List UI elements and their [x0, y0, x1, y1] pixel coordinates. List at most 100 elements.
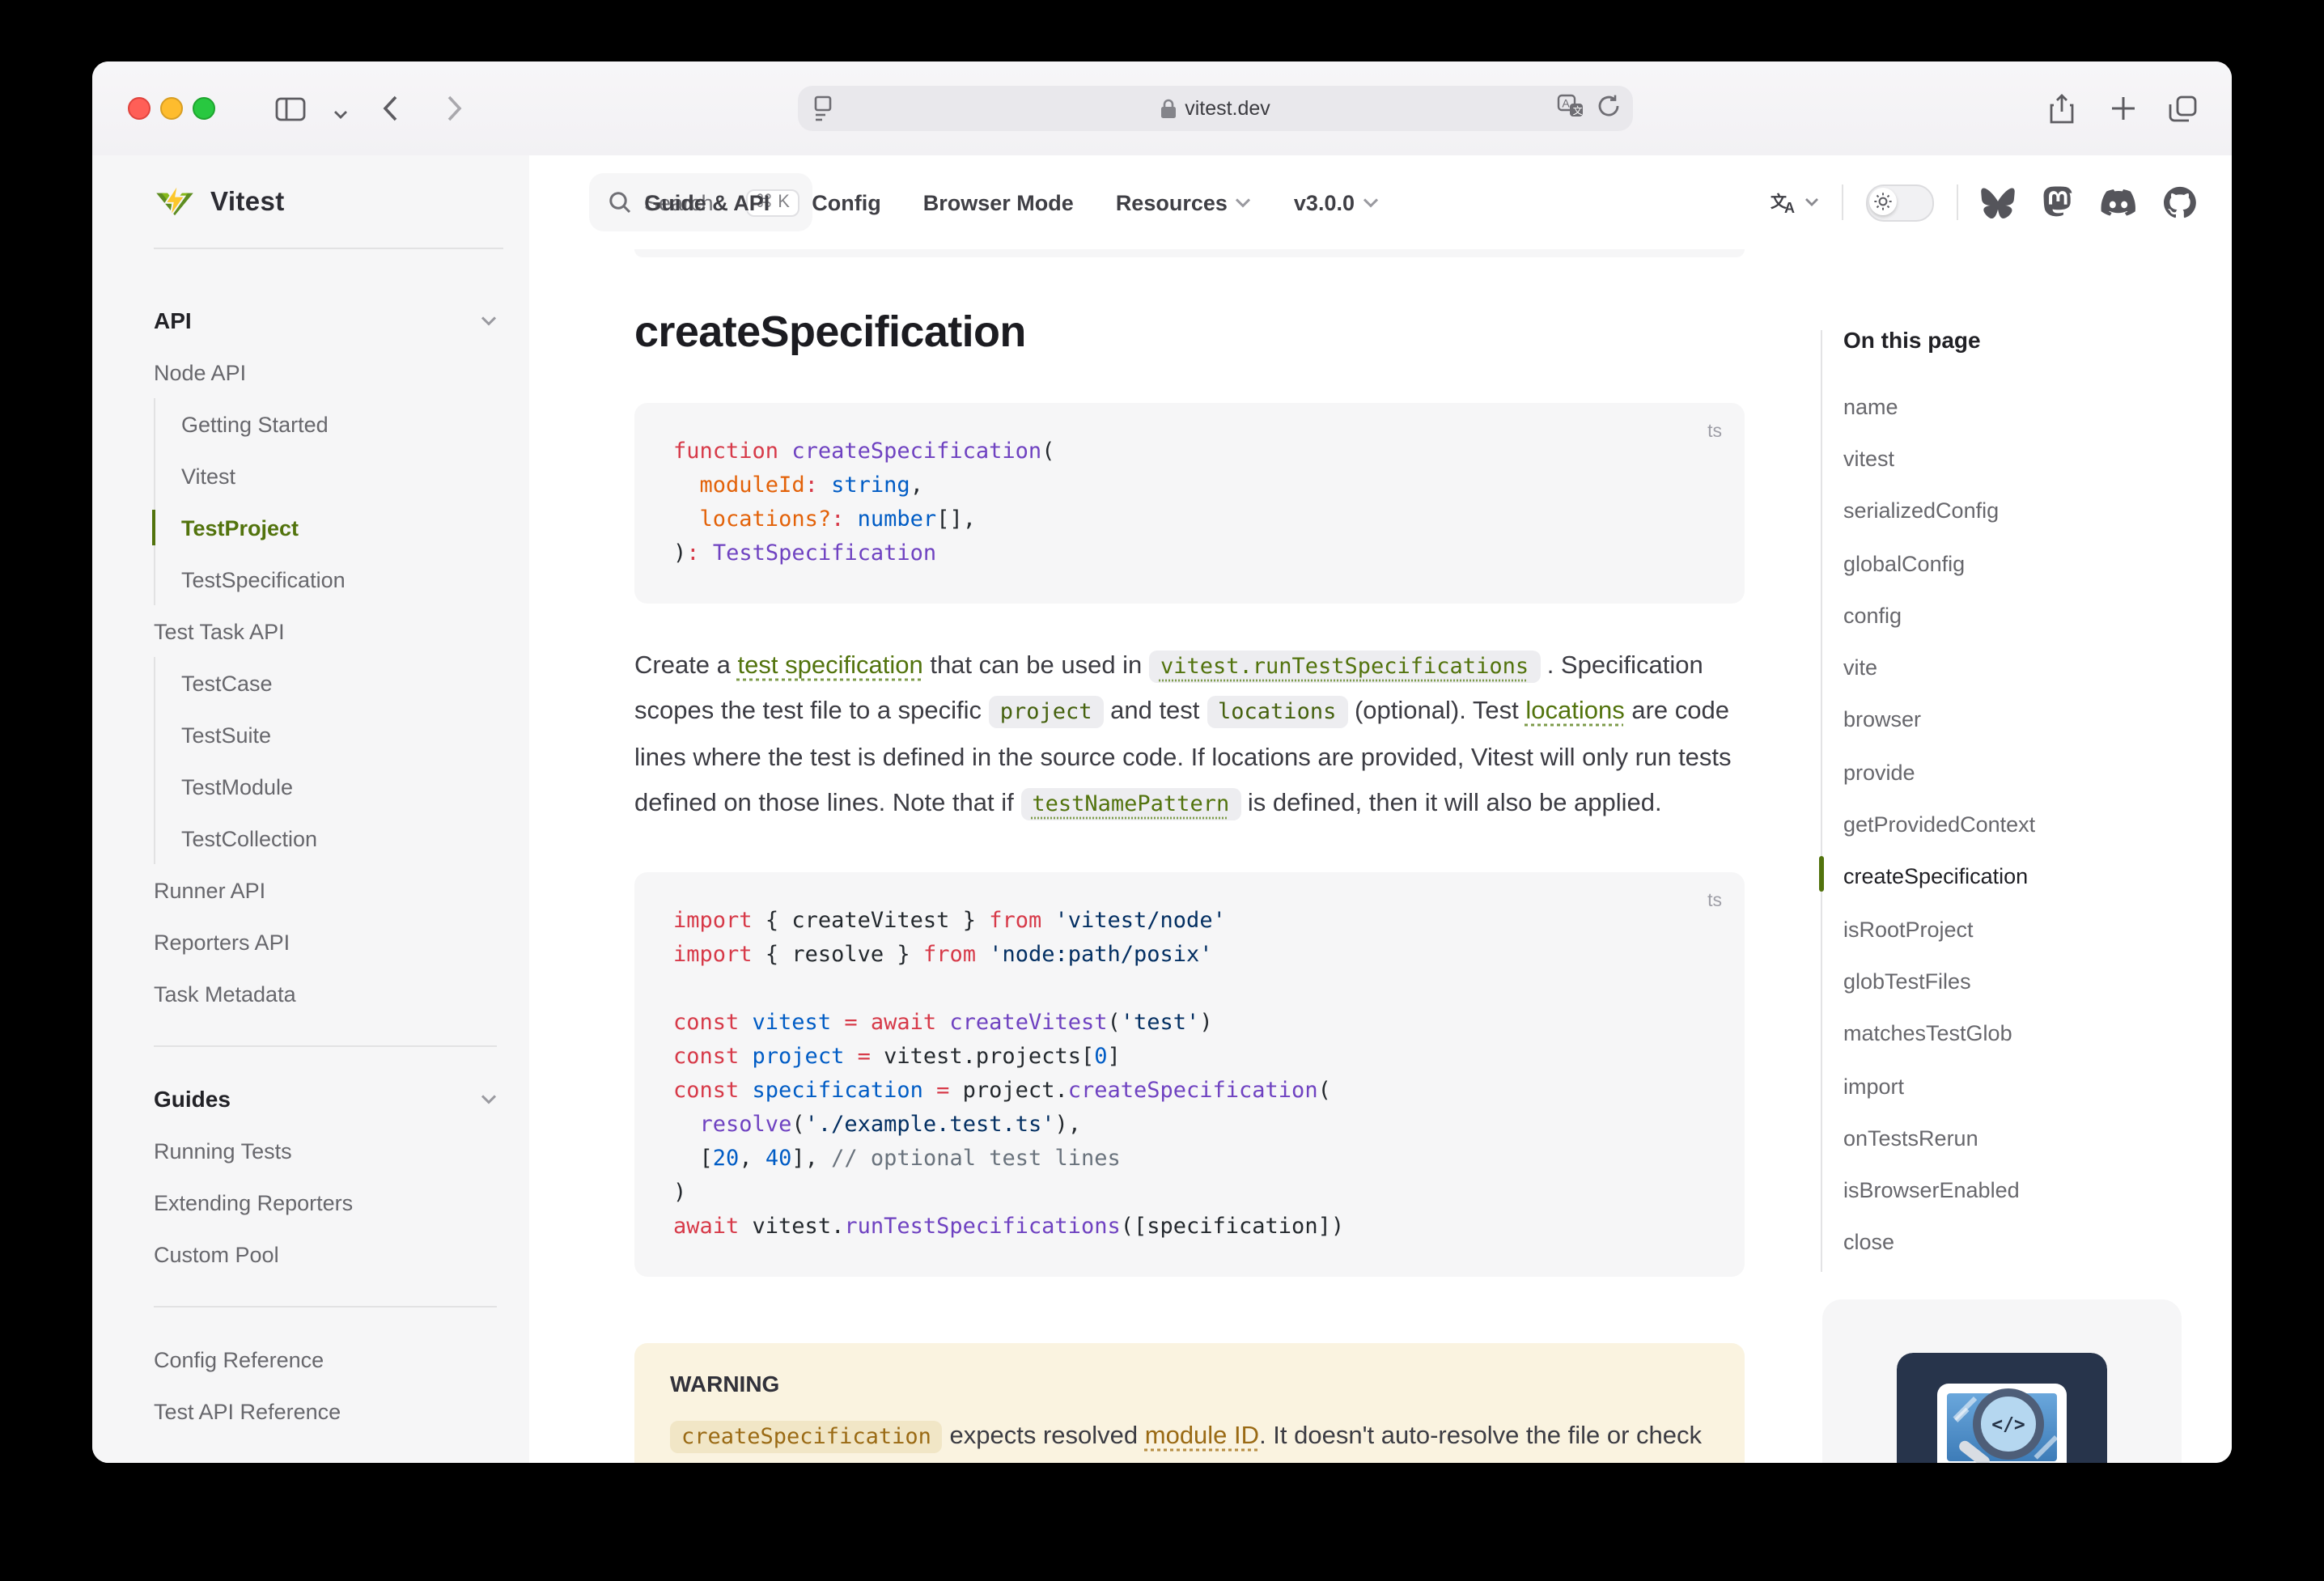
sidebar-nav: APINode APIGetting StartedVitestTestProj…: [154, 295, 497, 1437]
sidebar-item-runner-api[interactable]: Runner API: [154, 864, 497, 916]
tab-overview-icon[interactable]: [2164, 89, 2203, 128]
chevron-down-icon: [1363, 197, 1379, 209]
chevron-down-icon: [1236, 197, 1252, 209]
outline-item-globalconfig[interactable]: globalConfig: [1843, 537, 2035, 590]
reload-icon[interactable]: [1597, 94, 1620, 123]
sidebar-item-getting-started[interactable]: Getting Started: [181, 398, 497, 450]
tab-group-chevron-icon[interactable]: [320, 95, 359, 134]
sidebar-item-reporters-api[interactable]: Reporters API: [154, 916, 497, 968]
outline-item-isbrowserenabled[interactable]: isBrowserEnabled: [1843, 1164, 2035, 1217]
svg-text:A: A: [1784, 200, 1795, 215]
github-icon[interactable]: [2164, 186, 2196, 218]
code-line: ): [673, 1176, 1706, 1210]
sidebar-item-testcollection[interactable]: TestCollection: [181, 812, 497, 864]
outline-item-globtestfiles[interactable]: globTestFiles: [1843, 956, 2035, 1008]
tablet-illustration: </>: [1937, 1384, 2067, 1463]
code-line: ): TestSpecification: [673, 537, 1706, 571]
code-magnifier-illustration: </>: [1897, 1353, 2107, 1463]
code-line: resolve('./example.test.ts'),: [673, 1108, 1706, 1142]
sidebar-subgroup: TestCaseTestSuiteTestModuleTestCollectio…: [154, 657, 497, 864]
sidebar-item-config-reference[interactable]: Config Reference: [154, 1333, 497, 1385]
outline-item-name[interactable]: name: [1843, 380, 2035, 433]
outline-item-provide[interactable]: provide: [1843, 746, 2035, 799]
mastodon-icon[interactable]: [2042, 186, 2073, 218]
sidebar-item-testspecification[interactable]: TestSpecification: [181, 553, 497, 605]
nav-link-resources[interactable]: Resources: [1116, 190, 1252, 214]
sidebar-item-test-api-reference[interactable]: Test API Reference: [154, 1385, 497, 1437]
outline-item-vitest[interactable]: vitest: [1843, 433, 2035, 485]
sidebar-item-testproject[interactable]: TestProject: [181, 502, 497, 553]
outline-item-vite[interactable]: vite: [1843, 642, 2035, 694]
address-bar[interactable]: vitest.dev A 文: [798, 86, 1633, 131]
code-link-testnamepattern[interactable]: testNamePattern: [1020, 788, 1240, 820]
translate-icon[interactable]: A 文: [1557, 94, 1584, 123]
text-run: and test: [1104, 697, 1207, 725]
code-line: [20, 40], // optional test lines: [673, 1142, 1706, 1176]
sponsor-card[interactable]: </>: [1822, 1299, 2182, 1463]
back-icon[interactable]: [371, 89, 409, 128]
discord-icon[interactable]: [2101, 189, 2136, 216]
screenshot-stage: vitest.dev A 文: [0, 0, 2324, 1581]
text-link-locations[interactable]: locations: [1525, 697, 1624, 725]
outline-item-matchestestglob[interactable]: matchesTestGlob: [1843, 1007, 2035, 1060]
text-link-test-specification[interactable]: test specification: [738, 651, 923, 679]
sidebar-item-testcase[interactable]: TestCase: [181, 657, 497, 709]
sidebar-item-vitest[interactable]: Vitest: [181, 450, 497, 502]
sidebar-item-extending-reporters[interactable]: Extending Reporters: [154, 1176, 497, 1228]
warning-title: WARNING: [670, 1371, 1709, 1397]
nav-link-v3-0-0[interactable]: v3.0.0: [1294, 190, 1379, 214]
inline-code-locations: locations: [1207, 696, 1347, 728]
reader-icon[interactable]: [812, 95, 833, 126]
outline-item-serializedconfig[interactable]: serializedConfig: [1843, 485, 2035, 537]
chevron-down-icon: [1804, 197, 1819, 207]
signature-code-block[interactable]: ts function createSpecification( moduleI…: [634, 403, 1745, 604]
minimize-window-button[interactable]: [160, 97, 183, 120]
magnifier-icon: </>: [1973, 1388, 2044, 1460]
example-code-block[interactable]: ts import { createVitest } from 'vitest/…: [634, 872, 1745, 1277]
sidebar-item-custom-pool[interactable]: Custom Pool: [154, 1228, 497, 1280]
outline-item-createspecification[interactable]: createSpecification: [1843, 850, 2035, 903]
code-link-vitest-runtestspecifications[interactable]: vitest.runTestSpecifications: [1149, 650, 1540, 682]
page-title: createSpecification: [634, 307, 1026, 358]
sidebar-item-running-tests[interactable]: Running Tests: [154, 1125, 497, 1176]
language-switcher[interactable]: 文 A: [1771, 189, 1819, 215]
close-window-button[interactable]: [128, 97, 151, 120]
new-tab-icon[interactable]: [2104, 89, 2143, 128]
code-line: await vitest.runTestSpecifications([spec…: [673, 1210, 1706, 1244]
outline-item-close[interactable]: close: [1843, 1217, 2035, 1269]
inline-code-project: project: [989, 696, 1104, 728]
sun-icon: [1869, 187, 1897, 214]
outline-item-import[interactable]: import: [1843, 1060, 2035, 1113]
text-link-module-id[interactable]: module ID: [1145, 1422, 1259, 1450]
zoom-window-button[interactable]: [193, 97, 215, 120]
sidebar-toggle-icon[interactable]: [270, 89, 309, 128]
nav-link-guide-api[interactable]: Guide & API: [644, 190, 770, 214]
forward-icon[interactable]: [435, 89, 474, 128]
sidebar-item-task-metadata[interactable]: Task Metadata: [154, 968, 497, 1019]
nav-link-config[interactable]: Config: [812, 190, 881, 214]
bluesky-icon[interactable]: [1981, 187, 2015, 218]
search-icon: [609, 191, 631, 214]
lock-icon: [1160, 99, 1177, 118]
outline-item-config[interactable]: config: [1843, 589, 2035, 642]
share-icon[interactable]: [2042, 89, 2081, 128]
outline-item-ontestsrerun[interactable]: onTestsRerun: [1843, 1112, 2035, 1164]
outline-item-isrootproject[interactable]: isRootProject: [1843, 903, 2035, 956]
safari-window: vitest.dev A 文: [92, 61, 2232, 1463]
vitest-logo[interactable]: Vitest: [154, 155, 285, 249]
nav-link-browser-mode[interactable]: Browser Mode: [923, 190, 1074, 214]
theme-toggle[interactable]: [1866, 184, 1934, 221]
sidebar-item-testsuite[interactable]: TestSuite: [181, 709, 497, 761]
sidebar-section-guides[interactable]: Guides: [154, 1073, 497, 1125]
outline-item-browser[interactable]: browser: [1843, 694, 2035, 747]
sidebar-item-node-api[interactable]: Node API: [154, 346, 497, 398]
outline-item-getprovidedcontext[interactable]: getProvidedContext: [1843, 799, 2035, 851]
brand-name: Vitest: [210, 187, 285, 218]
code-line: import { createVitest } from 'vitest/nod…: [673, 905, 1706, 939]
text-run: (optional). Test: [1347, 697, 1525, 725]
chevron-down-icon: [481, 315, 497, 326]
sidebar-item-test-task-api[interactable]: Test Task API: [154, 605, 497, 657]
sidebar-item-testmodule[interactable]: TestModule: [181, 761, 497, 812]
code-line: locations?: number[],: [673, 503, 1706, 537]
sidebar-section-api[interactable]: API: [154, 295, 497, 346]
